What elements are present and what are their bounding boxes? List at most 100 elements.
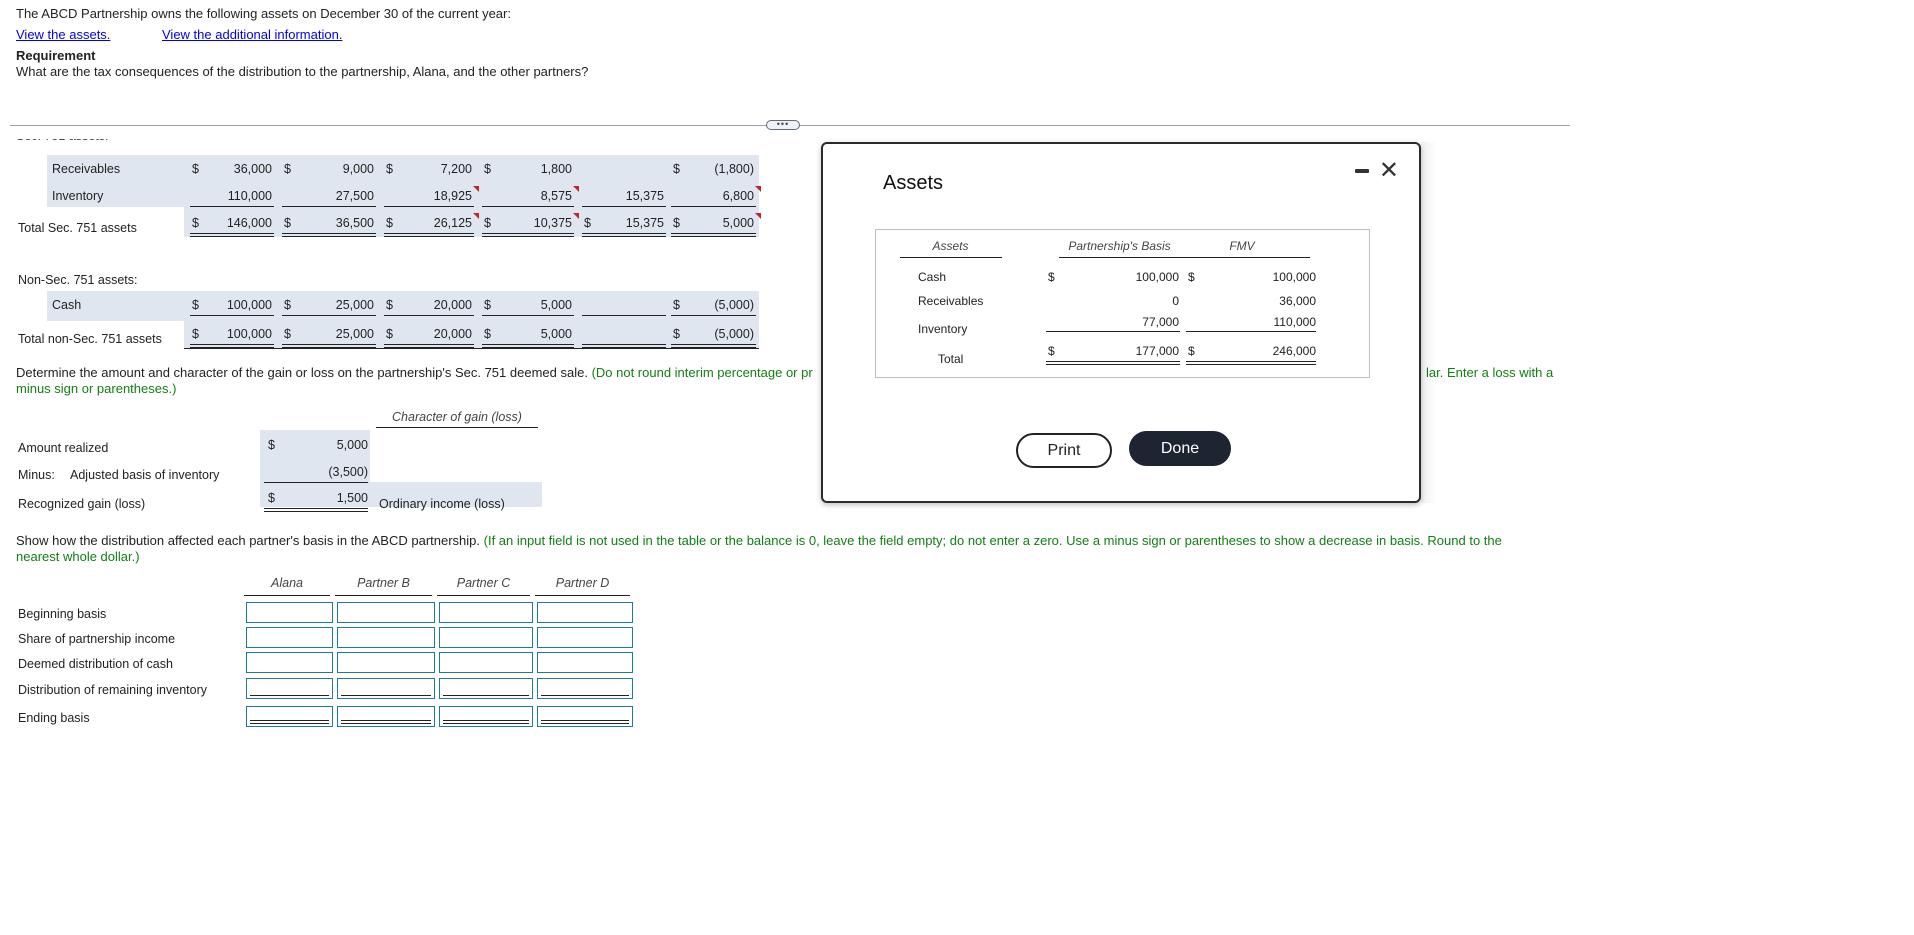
cell-underline [1186, 331, 1316, 332]
column-header-rule [244, 595, 330, 596]
cell-underline [341, 695, 431, 696]
basis-input-cell[interactable] [537, 678, 633, 699]
total-label: Total Sec. 751 assets [18, 221, 137, 235]
row-label: Distribution of remaining inventory [18, 683, 207, 697]
row-label-prefix: Minus: [18, 468, 55, 482]
basis-input-cell[interactable] [337, 652, 435, 673]
row-label: Deemed distribution of cash [18, 657, 173, 671]
basis-input[interactable] [440, 628, 532, 647]
modal-column-header-rule [900, 257, 1002, 258]
flag-icon [473, 186, 479, 192]
flag-icon [573, 186, 579, 192]
modal-column-header: Assets [932, 239, 969, 253]
modal-title: Assets [883, 172, 944, 194]
amount-cell: 18,925 [433, 189, 472, 203]
deemed-sale-hint: (Do not round interim percentage or pr [591, 365, 813, 380]
basis-input[interactable] [247, 628, 332, 647]
double-underline [443, 720, 529, 724]
cell-underline [384, 315, 474, 316]
modal-row-label: Inventory [918, 322, 968, 336]
cell-underline [582, 206, 666, 207]
basis-input-cell[interactable] [246, 627, 333, 648]
basis-input[interactable] [440, 653, 532, 672]
basis-input[interactable] [538, 653, 632, 672]
double-underline [671, 233, 756, 237]
modal-column-header-rule [1175, 257, 1310, 258]
cell-underline [282, 315, 376, 316]
double-underline [282, 233, 376, 237]
column-header-partner-c: Partner C [456, 576, 511, 590]
flag-icon [473, 213, 479, 219]
basis-input-cell[interactable] [337, 627, 435, 648]
total-amount-cell: 25,000 [335, 327, 374, 341]
row-label: Beginning basis [18, 607, 107, 621]
minimize-icon[interactable] [1355, 169, 1369, 173]
column-header-rule [535, 595, 630, 596]
basis-input-cell[interactable] [337, 706, 435, 727]
double-underline [541, 720, 629, 724]
print-button[interactable]: Print [1016, 433, 1112, 468]
modal-row-label: Receivables [918, 294, 984, 308]
cell-underline [282, 206, 376, 207]
basis-input-cell[interactable] [246, 706, 333, 727]
basis-input[interactable] [440, 603, 532, 622]
cell-underline [582, 315, 666, 316]
basis-input-cell[interactable] [537, 652, 633, 673]
basis-input[interactable] [338, 653, 434, 672]
total-amount-cell: 15,375 [625, 216, 664, 230]
modal-shadow [1421, 142, 1437, 503]
column-header-rule [335, 595, 432, 596]
basis-input-cell[interactable] [246, 652, 333, 673]
total-amount-cell: 26,125 [433, 216, 472, 230]
basis-input-cell[interactable] [439, 602, 533, 623]
total-amount-cell: (5,000) [714, 327, 754, 341]
deemed-sale-hint-line2: minus sign or parentheses.) [16, 381, 177, 396]
requirement-text: What are the tax consequences of the dis… [16, 64, 589, 79]
total-amount-cell: 5,000 [540, 327, 572, 341]
total-label: Total non-Sec. 751 assets [18, 332, 162, 346]
double-underline [1186, 361, 1316, 365]
amount-cell: (1,800) [714, 162, 754, 176]
row-label: Inventory [52, 189, 104, 203]
basis-input[interactable] [247, 603, 332, 622]
amount-cell: 15,375 [625, 189, 664, 203]
row-label: Adjusted basis of inventory [70, 468, 220, 482]
flag-icon [755, 213, 761, 219]
double-underline [384, 344, 474, 348]
double-underline [482, 344, 574, 348]
modal-basis-cell: 0 [1172, 294, 1179, 308]
done-button[interactable]: Done [1129, 431, 1231, 466]
divider-drag-handle[interactable]: ••• [766, 120, 800, 130]
double-underline [1046, 361, 1180, 365]
total-amount-cell: 10,375 [533, 216, 572, 230]
basis-input-cell[interactable] [439, 706, 533, 727]
amount-cell: 5,000 [540, 298, 572, 312]
close-icon[interactable]: ✕ [1379, 156, 1399, 185]
basis-input-cell[interactable] [537, 627, 633, 648]
basis-input[interactable] [538, 603, 632, 622]
basis-input-cell[interactable] [337, 602, 435, 623]
basis-input[interactable] [338, 603, 434, 622]
total-amount-cell: 36,500 [335, 216, 374, 230]
basis-input[interactable] [247, 653, 332, 672]
basis-input-cell[interactable] [246, 678, 333, 699]
basis-input-cell[interactable] [337, 678, 435, 699]
basis-input-cell[interactable] [439, 627, 533, 648]
column-header-partner-b: Partner B [357, 576, 410, 590]
basis-input[interactable] [338, 628, 434, 647]
basis-input-cell[interactable] [439, 652, 533, 673]
flag-icon [573, 213, 579, 219]
intro-text: The ABCD Partnership owns the following … [16, 6, 511, 21]
double-underline [671, 344, 756, 348]
basis-input-cell[interactable] [246, 602, 333, 623]
basis-input-cell[interactable] [537, 706, 633, 727]
basis-input-cell[interactable] [537, 602, 633, 623]
view-additional-info-link[interactable]: View the additional information. [162, 27, 342, 42]
cell-underline [190, 206, 274, 207]
view-assets-link[interactable]: View the assets. [16, 27, 110, 42]
basis-input-cell[interactable] [439, 678, 533, 699]
basis-input[interactable] [538, 628, 632, 647]
column-header-rule [437, 595, 530, 596]
double-underline [582, 344, 666, 348]
amount-cell: 27,500 [335, 189, 374, 203]
